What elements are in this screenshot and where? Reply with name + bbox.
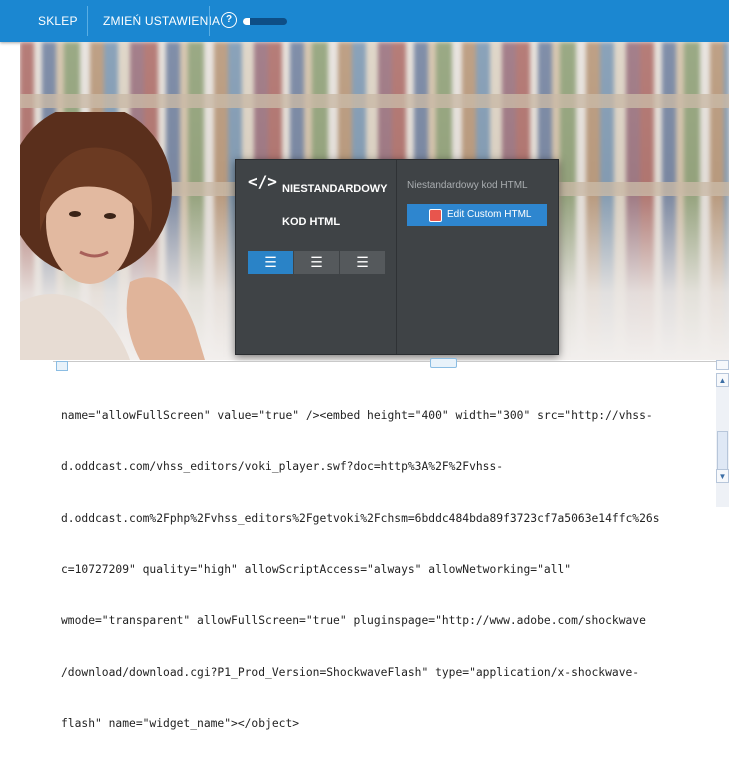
nav-shop[interactable]: SKLEP [38, 0, 78, 42]
code-text[interactable]: name="allowFullScreen" value="true" /><e… [61, 373, 711, 766]
panel-left-column: </> NIESTANDARDOWY KOD HTML ☰ ☰ ☰ [236, 160, 397, 354]
progress-bar-fill [243, 18, 250, 25]
help-icon[interactable]: ? [221, 12, 237, 28]
align-right-button[interactable]: ☰ [340, 251, 385, 274]
edit-custom-html-label: Edit Custom HTML [447, 209, 532, 220]
scroll-up-arrow-icon[interactable]: ▲ [716, 373, 729, 387]
woman-photo [20, 112, 205, 360]
code-line: d.oddcast.com%2Fphp%2Fvhss_editors%2Fget… [61, 511, 660, 525]
align-left-button[interactable]: ☰ [248, 251, 293, 274]
code-icon: </> [248, 172, 277, 191]
editor-resize-handle[interactable] [430, 358, 457, 368]
html-edit-icon [429, 209, 442, 222]
editor-scrollbar[interactable]: ▲ ▼ [716, 373, 729, 507]
custom-html-panel: </> NIESTANDARDOWY KOD HTML ☰ ☰ ☰ Niesta… [235, 159, 559, 355]
scroll-thumb[interactable] [717, 431, 728, 471]
align-center-icon: ☰ [310, 254, 323, 270]
code-line: wmode="transparent" allowFullScreen="tru… [61, 614, 646, 628]
top-nav-bar: SKLEP ZMIEŃ USTAWIENIA ? [0, 0, 729, 42]
code-line: name="allowFullScreen" value="true" /><e… [61, 409, 653, 423]
panel-title: NIESTANDARDOWY KOD HTML [282, 183, 388, 228]
code-line: d.oddcast.com/vhss_editors/voki_player.s… [61, 460, 504, 474]
edit-custom-html-button[interactable]: Edit Custom HTML [407, 204, 547, 226]
align-left-icon: ☰ [264, 254, 277, 270]
align-center-button[interactable]: ☰ [294, 251, 339, 274]
progress-bar [243, 18, 287, 25]
shelf-divider [20, 94, 729, 108]
code-line: /download/download.cgi?P1_Prod_Version=S… [61, 665, 640, 679]
code-line: c=10727209" quality="high" allowScriptAc… [61, 563, 572, 577]
nav-divider [87, 6, 88, 36]
nav-change-settings[interactable]: ZMIEŃ USTAWIENIA [103, 0, 220, 42]
editor-corner-handle[interactable] [56, 361, 68, 371]
nav-divider [209, 6, 210, 36]
scroll-down-arrow-icon[interactable]: ▼ [716, 469, 729, 483]
html-code-editor[interactable]: name="allowFullScreen" value="true" /><e… [53, 358, 729, 730]
alignment-group: ☰ ☰ ☰ [248, 251, 385, 274]
custom-html-label: Niestandardowy kod HTML [407, 180, 528, 191]
code-line: flash" name="widget_name"></object> [61, 716, 300, 730]
editor-top-right-handle[interactable] [716, 360, 729, 370]
align-right-icon: ☰ [356, 254, 369, 270]
